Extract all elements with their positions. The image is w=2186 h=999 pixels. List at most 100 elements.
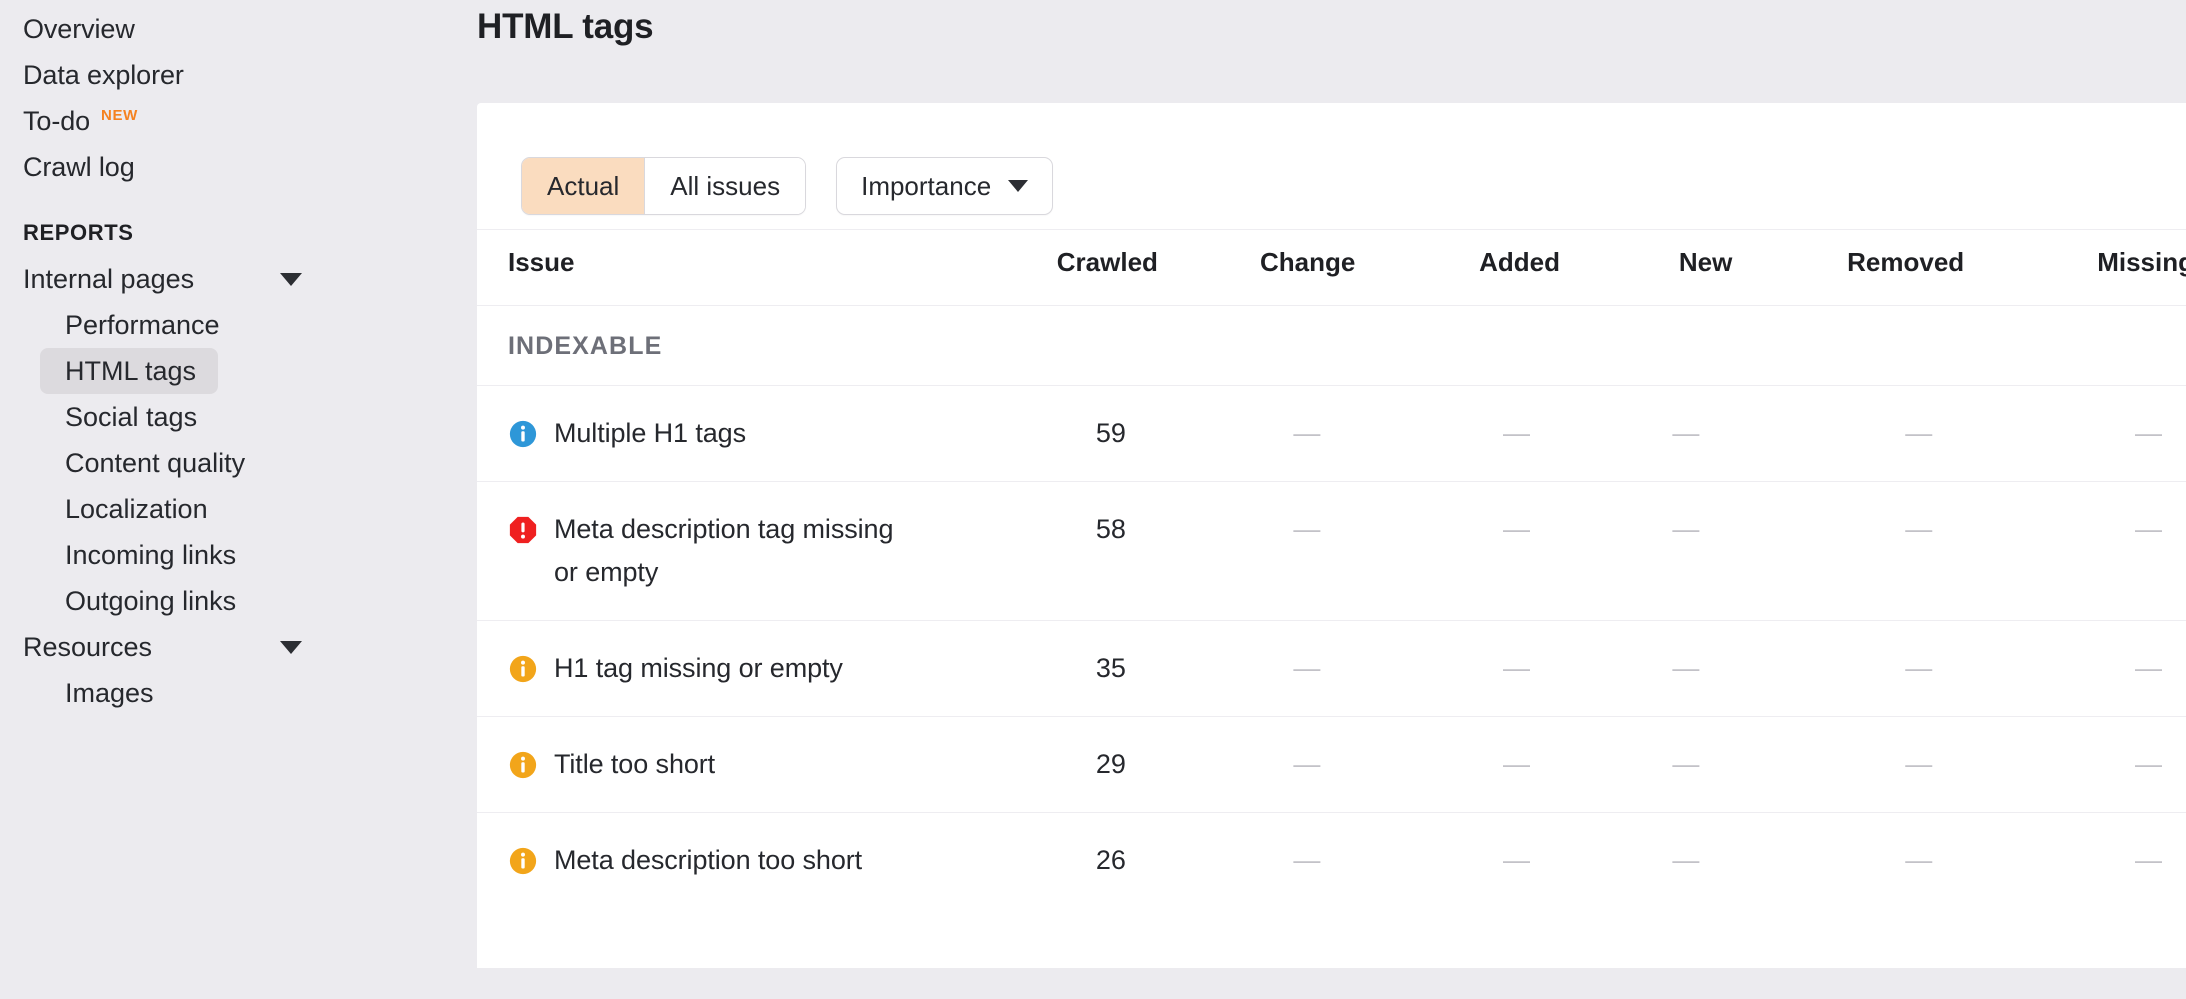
- cell-new: —: [1560, 386, 1732, 482]
- sidebar-item-performance[interactable]: Performance: [40, 302, 242, 348]
- error-octagon-icon: [508, 515, 538, 545]
- table-group-row: INDEXABLE: [477, 306, 2186, 386]
- sidebar-item-label: Outgoing links: [65, 586, 236, 617]
- cell-missing: —: [1964, 717, 2186, 813]
- sidebar: Overview Data explorer To-do NEW Crawl l…: [0, 0, 437, 999]
- table-header-row: Issue Crawled Change Added New Removed M…: [477, 230, 2186, 306]
- sidebar-item-overview[interactable]: Overview: [0, 6, 437, 52]
- table-group-label-cell: INDEXABLE: [477, 306, 2186, 386]
- table-row[interactable]: Meta description too short26—————: [477, 813, 2186, 909]
- cell-crawled: 58: [911, 482, 1157, 621]
- cell-added: —: [1355, 621, 1560, 717]
- sidebar-item-images[interactable]: Images: [40, 670, 176, 716]
- cell-removed: —: [1732, 386, 1964, 482]
- issue-cell-inner: Multiple H1 tags: [508, 412, 911, 455]
- table-header: Issue Crawled Change Added New Removed M…: [477, 230, 2186, 306]
- sidebar-item-content-quality[interactable]: Content quality: [40, 440, 267, 486]
- info-circle-icon: [508, 419, 538, 449]
- error-octagon-icon: [508, 515, 538, 545]
- cell-change: —: [1158, 482, 1355, 621]
- sidebar-item-html-tags[interactable]: HTML tags: [40, 348, 218, 394]
- issue-cell: Multiple H1 tags: [477, 386, 911, 482]
- cell-new: —: [1560, 717, 1732, 813]
- cell-crawled: 26: [911, 813, 1157, 909]
- sidebar-item-label: Images: [65, 678, 154, 709]
- cell-change: —: [1158, 386, 1355, 482]
- view-mode-segmented-control: Actual All issues: [521, 157, 806, 215]
- warning-circle-icon: [508, 750, 538, 780]
- table-body: INDEXABLEMultiple H1 tags59—————Meta des…: [477, 306, 2186, 909]
- column-header-crawled[interactable]: Crawled: [911, 230, 1157, 306]
- issue-label: Meta description too short: [554, 839, 862, 882]
- sidebar-item-label: HTML tags: [65, 356, 196, 387]
- cell-removed: —: [1732, 717, 1964, 813]
- warning-circle-icon: [508, 654, 538, 684]
- table-row[interactable]: Meta description tag missing or empty58—…: [477, 482, 2186, 621]
- page-title: HTML tags: [437, 0, 2186, 96]
- issue-cell: Title too short: [477, 717, 911, 813]
- tab-actual[interactable]: Actual: [522, 158, 644, 214]
- table-row[interactable]: Multiple H1 tags59—————: [477, 386, 2186, 482]
- sidebar-item-label: Crawl log: [23, 152, 135, 183]
- chevron-down-icon[interactable]: [280, 641, 302, 654]
- sidebar-item-label: Overview: [23, 14, 135, 45]
- cell-added: —: [1355, 482, 1560, 621]
- cell-missing: —: [1964, 621, 2186, 717]
- cell-change: —: [1158, 621, 1355, 717]
- cell-added: —: [1355, 717, 1560, 813]
- issue-cell-inner: Meta description too short: [508, 839, 911, 882]
- column-header-removed[interactable]: Removed: [1732, 230, 1964, 306]
- filters-toolbar: Actual All issues Importance: [477, 103, 2186, 229]
- cell-missing: —: [1964, 482, 2186, 621]
- cell-missing: —: [1964, 386, 2186, 482]
- column-header-missing[interactable]: Missing: [1964, 230, 2186, 306]
- cell-change: —: [1158, 717, 1355, 813]
- table-row[interactable]: H1 tag missing or empty35—————: [477, 621, 2186, 717]
- sidebar-item-data-explorer[interactable]: Data explorer: [0, 52, 437, 98]
- sidebar-item-social-tags[interactable]: Social tags: [40, 394, 219, 440]
- issue-cell-inner: Meta description tag missing or empty: [508, 508, 911, 594]
- cell-new: —: [1560, 813, 1732, 909]
- column-header-change[interactable]: Change: [1158, 230, 1355, 306]
- sidebar-item-incoming-links[interactable]: Incoming links: [40, 532, 258, 578]
- column-header-new[interactable]: New: [1560, 230, 1732, 306]
- sidebar-item-crawl-log[interactable]: Crawl log: [0, 144, 437, 190]
- issues-table: Issue Crawled Change Added New Removed M…: [477, 229, 2186, 908]
- issues-card: Actual All issues Importance Issue Crawl…: [477, 103, 2186, 968]
- sidebar-item-label: To-do: [23, 106, 90, 137]
- info-circle-icon: [508, 419, 538, 449]
- cell-crawled: 59: [911, 386, 1157, 482]
- sidebar-item-outgoing-links[interactable]: Outgoing links: [40, 578, 258, 624]
- issue-cell: Meta description too short: [477, 813, 911, 909]
- column-header-issue[interactable]: Issue: [477, 230, 911, 306]
- warning-circle-icon: [508, 846, 538, 876]
- table-row[interactable]: Title too short29—————: [477, 717, 2186, 813]
- chevron-down-icon[interactable]: [280, 273, 302, 286]
- cell-new: —: [1560, 621, 1732, 717]
- tab-all-issues[interactable]: All issues: [644, 158, 805, 214]
- cell-added: —: [1355, 386, 1560, 482]
- issue-label: Title too short: [554, 743, 715, 786]
- sidebar-group-resources[interactable]: Resources: [0, 624, 437, 670]
- issue-label: Multiple H1 tags: [554, 412, 746, 455]
- sidebar-group-internal-pages[interactable]: Internal pages: [0, 256, 437, 302]
- sidebar-item-label: Data explorer: [23, 60, 184, 91]
- warning-circle-icon: [508, 846, 538, 876]
- importance-dropdown[interactable]: Importance: [836, 157, 1053, 215]
- app-root: Overview Data explorer To-do NEW Crawl l…: [0, 0, 2186, 999]
- sidebar-item-to-do[interactable]: To-do NEW: [0, 98, 437, 144]
- cell-removed: —: [1732, 621, 1964, 717]
- issue-cell-inner: Title too short: [508, 743, 911, 786]
- sidebar-item-localization[interactable]: Localization: [40, 486, 230, 532]
- cell-missing: —: [1964, 813, 2186, 909]
- table-group-label: INDEXABLE: [508, 332, 662, 360]
- column-header-added[interactable]: Added: [1355, 230, 1560, 306]
- cell-change: —: [1158, 813, 1355, 909]
- main-content: HTML tags Actual All issues Importance: [437, 0, 2186, 999]
- sidebar-item-label: Incoming links: [65, 540, 236, 571]
- warning-circle-icon: [508, 750, 538, 780]
- cell-added: —: [1355, 813, 1560, 909]
- sidebar-item-label: Performance: [65, 310, 220, 341]
- card-bottom-gutter: [437, 968, 2186, 999]
- sidebar-item-label: Localization: [65, 494, 208, 525]
